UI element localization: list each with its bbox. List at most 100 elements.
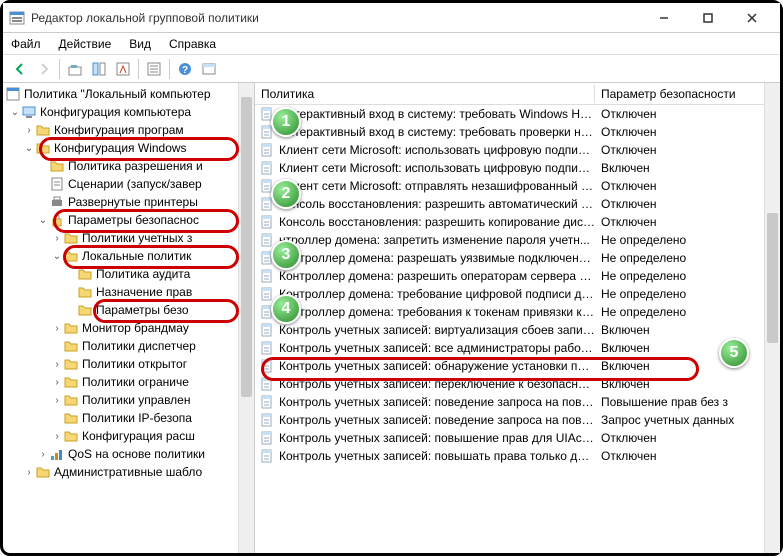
tree-item[interactable]: Сценарии (запуск/завер (3, 175, 254, 193)
list-row[interactable]: Контроль учетных записей: поведение запр… (255, 411, 780, 429)
list-row[interactable]: Клиент сети Microsoft: использовать цифр… (255, 141, 780, 159)
toolbar: ? (3, 55, 780, 83)
chevron-right-icon[interactable]: › (51, 377, 63, 388)
maximize-button[interactable] (686, 4, 730, 32)
chevron-right-icon[interactable]: › (51, 359, 63, 370)
tree-item[interactable]: ›QoS на основе политики (3, 445, 254, 463)
list-row[interactable]: Контроллер домена: разрешать уязвимые по… (255, 249, 780, 267)
menu-action[interactable]: Действие (57, 35, 114, 53)
policy-value: Отключен (595, 125, 780, 139)
tree-label: Политики IP-безопа (82, 411, 192, 425)
list-row[interactable]: Контроль учетных записей: виртуализация … (255, 321, 780, 339)
chevron-down-icon[interactable]: ⌄ (9, 107, 21, 118)
tree-label: Конфигурация компьютера (40, 105, 191, 119)
policy-value: Не определено (595, 287, 780, 301)
list-row[interactable]: Клиент сети Microsoft: отправлять незаши… (255, 177, 780, 195)
list-row[interactable]: Контроль учетных записей: повышение прав… (255, 429, 780, 447)
folder-icon (63, 428, 79, 444)
window-title: Редактор локальной групповой политики (31, 11, 642, 25)
policy-name: Контроллер домена: требования к токенам … (279, 305, 595, 319)
minimize-button[interactable] (642, 4, 686, 32)
column-security-param[interactable]: Параметр безопасности (595, 85, 780, 103)
tree-item[interactable]: › Политики открытог (3, 355, 254, 373)
help-button[interactable]: ? (174, 58, 196, 80)
policy-item-icon (259, 448, 275, 464)
policy-name: Контроль учетных записей: поведение запр… (279, 413, 595, 427)
annotation-highlight (39, 137, 239, 161)
filter-button[interactable] (198, 58, 220, 80)
list-row[interactable]: Контроллер домена: требования к токенам … (255, 303, 780, 321)
tree-item[interactable]: Политики диспетчер (3, 337, 254, 355)
printer-icon (49, 194, 65, 210)
menu-help[interactable]: Справка (167, 35, 218, 53)
folder-icon (63, 392, 79, 408)
chevron-right-icon[interactable]: › (23, 125, 35, 136)
chevron-down-icon[interactable]: ⌄ (37, 215, 49, 226)
tree-label: Политики диспетчер (82, 339, 196, 353)
list-row[interactable]: нтроллер домена: запретить изменение пар… (255, 231, 780, 249)
show-hide-button[interactable] (88, 58, 110, 80)
policy-name: Контроль учетных записей: повышать права… (279, 449, 595, 463)
list-row[interactable]: Контроллер домена: требование цифровой п… (255, 285, 780, 303)
chevron-right-icon[interactable]: › (51, 233, 63, 244)
policy-name: Контроль учетных записей: поведение запр… (279, 395, 595, 409)
policy-name: Клиент сети Microsoft: использовать цифр… (279, 143, 595, 157)
tree-item[interactable]: › Административные шабло (3, 463, 254, 481)
list-row[interactable]: Контроль учетных записей: все администра… (255, 339, 780, 357)
list-row[interactable]: Интерактивный вход в систему: требовать … (255, 123, 780, 141)
list-row[interactable]: Контроллер домена: разрешить операторам … (255, 267, 780, 285)
annotation-highlight (53, 209, 239, 233)
chevron-right-icon[interactable]: › (51, 431, 63, 442)
policy-value: Отключен (595, 215, 780, 229)
export-button[interactable] (112, 58, 134, 80)
policy-value: Отключен (595, 107, 780, 121)
close-button[interactable] (730, 4, 774, 32)
list-row[interactable]: Интерактивный вход в систему: требовать … (255, 105, 780, 123)
chevron-right-icon[interactable]: › (51, 395, 63, 406)
tree-label: Конфигурация програм (54, 123, 184, 137)
tree-root[interactable]: Политика "Локальный компьютер ^ (3, 85, 254, 103)
list-row[interactable]: Клиент сети Microsoft: использовать цифр… (255, 159, 780, 177)
title-bar: Редактор локальной групповой политики (3, 3, 780, 33)
folder-icon (77, 302, 93, 318)
annotation-marker-5: 5 (719, 338, 749, 368)
policy-value: Отключен (595, 431, 780, 445)
folder-icon (35, 464, 51, 480)
tree-item[interactable]: Политики IP-безопа (3, 409, 254, 427)
chevron-right-icon[interactable]: › (37, 449, 49, 460)
menu-file[interactable]: Файл (9, 35, 43, 53)
list-scrollbar[interactable] (764, 83, 780, 553)
list-header: Политика Параметр безопасности (255, 83, 780, 105)
policy-name: Контроль учетных записей: повышение прав… (279, 431, 595, 445)
menu-view[interactable]: Вид (127, 35, 153, 53)
list-row[interactable]: Консоль восстановления: разрешить автома… (255, 195, 780, 213)
chevron-down-icon[interactable]: ⌄ (51, 251, 63, 262)
column-policy[interactable]: Политика (255, 85, 595, 103)
tree-label: Развернутые принтеры (68, 195, 198, 209)
properties-button[interactable] (143, 58, 165, 80)
qos-icon (49, 446, 65, 462)
chevron-right-icon[interactable]: › (23, 467, 35, 478)
tree-label: Политики открытог (82, 357, 187, 371)
folder-icon (63, 320, 79, 336)
chevron-down-icon[interactable]: ⌄ (23, 143, 35, 154)
up-button[interactable] (64, 58, 86, 80)
tree-item[interactable]: ⌄ Конфигурация компьютера (3, 103, 254, 121)
list-pane: Политика Параметр безопасности Интеракти… (255, 83, 780, 553)
tree-scrollbar[interactable] (238, 83, 254, 553)
tree-item[interactable]: ›Политики управлен (3, 391, 254, 409)
tree-label: Назначение прав (96, 285, 192, 299)
back-button[interactable] (9, 58, 31, 80)
folder-icon (35, 122, 51, 138)
forward-button[interactable] (33, 58, 55, 80)
list-row[interactable]: Контроль учетных записей: повышать права… (255, 447, 780, 465)
chevron-right-icon[interactable]: › (51, 323, 63, 334)
policy-name: Интерактивный вход в систему: требовать … (279, 125, 595, 139)
list-row[interactable]: Контроль учетных записей: поведение запр… (255, 393, 780, 411)
tree-item[interactable]: ›Конфигурация расш (3, 427, 254, 445)
policy-value: Не определено (595, 269, 780, 283)
tree-label: Административные шабло (54, 465, 202, 479)
tree-item[interactable]: ›Политики ограниче (3, 373, 254, 391)
policy-item-icon (259, 340, 275, 356)
list-row[interactable]: Консоль восстановления: разрешить копиро… (255, 213, 780, 231)
